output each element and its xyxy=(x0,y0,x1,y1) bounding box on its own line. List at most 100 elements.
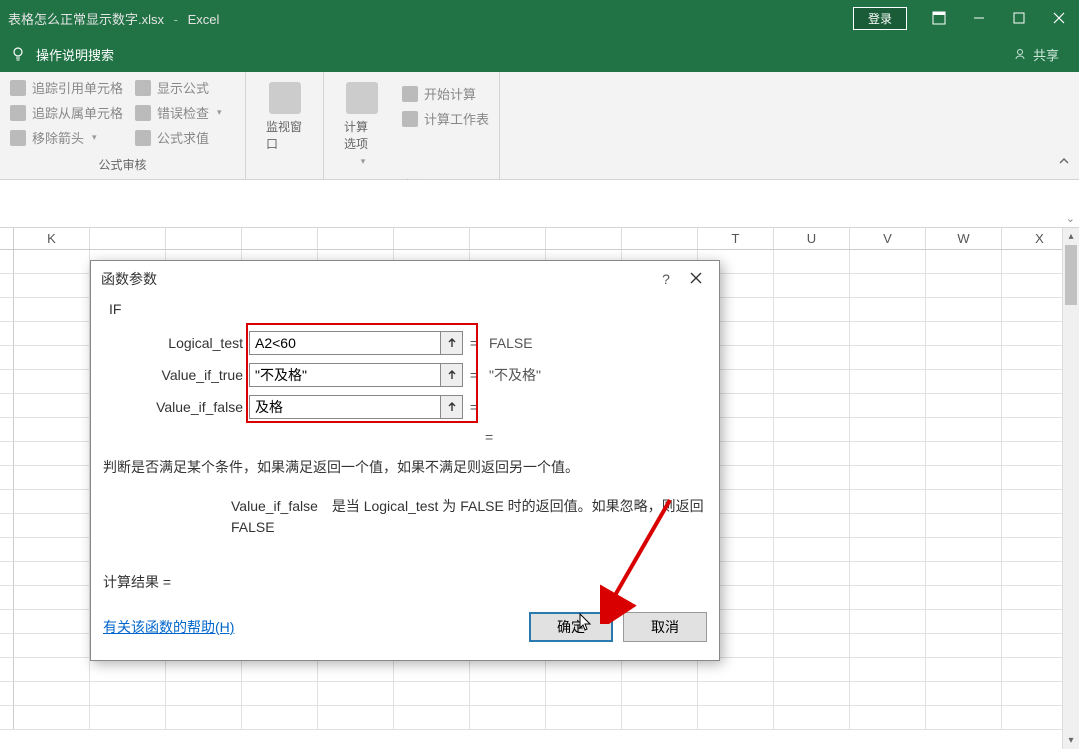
cell[interactable] xyxy=(774,298,850,321)
cell[interactable] xyxy=(926,514,1002,537)
cell[interactable] xyxy=(926,394,1002,417)
ok-button[interactable]: 确定 xyxy=(529,612,613,642)
cell[interactable] xyxy=(0,490,14,513)
cell[interactable] xyxy=(14,370,90,393)
cell[interactable] xyxy=(774,658,850,681)
cell[interactable] xyxy=(166,706,242,729)
column-header[interactable]: K xyxy=(14,228,90,249)
cell[interactable] xyxy=(0,658,14,681)
cell[interactable] xyxy=(926,370,1002,393)
cell[interactable] xyxy=(774,538,850,561)
cell[interactable] xyxy=(926,562,1002,585)
show-formulas-button[interactable]: 显示公式 xyxy=(131,76,226,99)
cell[interactable] xyxy=(926,250,1002,273)
cell[interactable] xyxy=(926,538,1002,561)
cell[interactable] xyxy=(0,418,14,441)
cell[interactable] xyxy=(470,706,546,729)
ribbon-display-options-button[interactable] xyxy=(919,0,959,36)
maximize-button[interactable] xyxy=(999,0,1039,36)
cell[interactable] xyxy=(850,274,926,297)
trace-precedents-button[interactable]: 追踪引用单元格 xyxy=(6,76,127,99)
cell[interactable] xyxy=(774,466,850,489)
cell[interactable] xyxy=(0,298,14,321)
cell[interactable] xyxy=(774,682,850,705)
cell[interactable] xyxy=(14,658,90,681)
cell[interactable] xyxy=(926,634,1002,657)
cell[interactable] xyxy=(774,586,850,609)
cell[interactable] xyxy=(926,466,1002,489)
cell[interactable] xyxy=(318,706,394,729)
collapse-dialog-button[interactable] xyxy=(441,331,463,355)
cell[interactable] xyxy=(850,514,926,537)
cell[interactable] xyxy=(850,322,926,345)
cell[interactable] xyxy=(774,274,850,297)
cell[interactable] xyxy=(774,394,850,417)
watch-window-button[interactable]: 监视窗口 xyxy=(252,76,317,158)
cell[interactable] xyxy=(90,706,166,729)
cell[interactable] xyxy=(14,562,90,585)
cell[interactable] xyxy=(698,682,774,705)
cell[interactable] xyxy=(14,634,90,657)
login-button[interactable]: 登录 xyxy=(853,7,907,30)
column-header[interactable]: V xyxy=(850,228,926,249)
cell[interactable] xyxy=(774,706,850,729)
table-row[interactable] xyxy=(0,706,1079,730)
cell[interactable] xyxy=(0,250,14,273)
cell[interactable] xyxy=(14,490,90,513)
calculation-options-button[interactable]: 计算选项 ▾ xyxy=(330,76,394,173)
column-header[interactable] xyxy=(242,228,318,249)
close-button[interactable] xyxy=(1039,0,1079,36)
dialog-titlebar[interactable]: 函数参数 ? xyxy=(91,261,719,297)
tellme-search[interactable]: 操作说明搜索 xyxy=(10,45,114,64)
cell[interactable] xyxy=(0,634,14,657)
cell[interactable] xyxy=(850,298,926,321)
collapse-ribbon-button[interactable] xyxy=(1057,154,1071,173)
cell[interactable] xyxy=(850,562,926,585)
cell[interactable] xyxy=(774,442,850,465)
column-header[interactable] xyxy=(318,228,394,249)
cell[interactable] xyxy=(926,490,1002,513)
cell[interactable] xyxy=(850,250,926,273)
evaluate-formula-button[interactable]: 公式求值 xyxy=(131,126,226,149)
cell[interactable] xyxy=(774,610,850,633)
cell[interactable] xyxy=(0,322,14,345)
calculate-sheet-button[interactable]: 计算工作表 xyxy=(398,107,493,130)
arg-input-value-if-false[interactable] xyxy=(249,395,441,419)
cell[interactable] xyxy=(0,562,14,585)
cell[interactable] xyxy=(774,490,850,513)
cell[interactable] xyxy=(394,658,470,681)
cell[interactable] xyxy=(850,466,926,489)
cell[interactable] xyxy=(14,538,90,561)
cell[interactable] xyxy=(850,346,926,369)
cell[interactable] xyxy=(850,442,926,465)
cell[interactable] xyxy=(774,322,850,345)
cell[interactable] xyxy=(14,298,90,321)
cell[interactable] xyxy=(926,298,1002,321)
cell[interactable] xyxy=(0,586,14,609)
trace-dependents-button[interactable]: 追踪从属单元格 xyxy=(6,101,127,124)
cell[interactable] xyxy=(394,706,470,729)
cell[interactable] xyxy=(926,706,1002,729)
cell[interactable] xyxy=(0,346,14,369)
cell[interactable] xyxy=(622,682,698,705)
cell[interactable] xyxy=(14,322,90,345)
cell[interactable] xyxy=(14,418,90,441)
cell[interactable] xyxy=(926,346,1002,369)
cell[interactable] xyxy=(318,658,394,681)
cell[interactable] xyxy=(470,658,546,681)
cell[interactable] xyxy=(166,682,242,705)
cell[interactable] xyxy=(774,562,850,585)
function-help-link[interactable]: 有关该函数的帮助(H) xyxy=(103,617,234,637)
cell[interactable] xyxy=(926,610,1002,633)
cell[interactable] xyxy=(774,370,850,393)
cell[interactable] xyxy=(14,586,90,609)
cell[interactable] xyxy=(242,706,318,729)
cell[interactable] xyxy=(926,658,1002,681)
share-button[interactable]: 共享 xyxy=(1013,45,1069,64)
column-header[interactable]: U xyxy=(774,228,850,249)
cell[interactable] xyxy=(470,682,546,705)
cell[interactable] xyxy=(850,418,926,441)
vertical-scrollbar[interactable]: ▴ ▾ xyxy=(1062,228,1079,749)
column-header[interactable] xyxy=(470,228,546,249)
collapse-dialog-button[interactable] xyxy=(441,395,463,419)
